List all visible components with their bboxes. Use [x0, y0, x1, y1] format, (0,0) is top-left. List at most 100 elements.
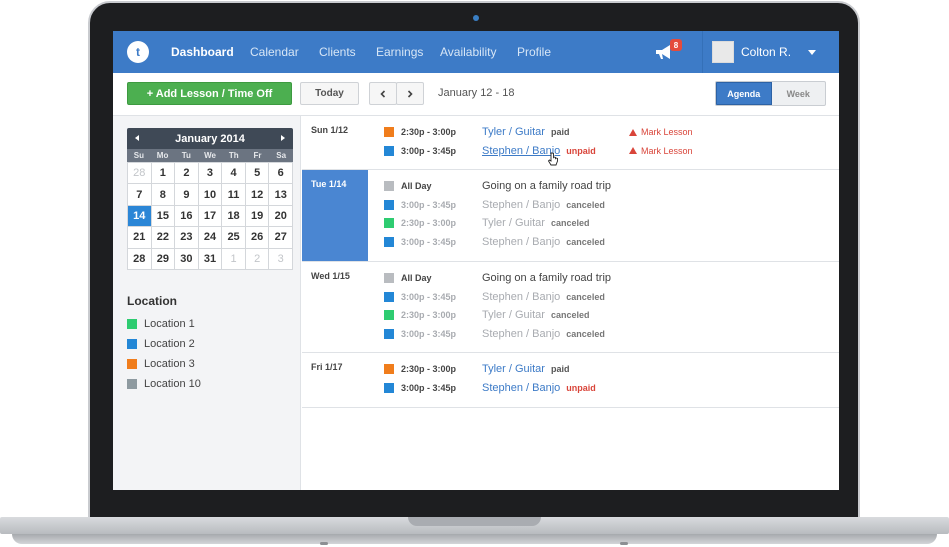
calendar-day[interactable]: 13 — [269, 184, 293, 206]
calendar-day[interactable]: 3 — [269, 248, 293, 270]
calendar-day[interactable]: 27 — [269, 227, 293, 249]
user-name[interactable]: Colton R. — [741, 45, 791, 59]
payment-status-label: canceled — [566, 236, 605, 247]
lesson-student-link[interactable]: Going on a family road trip — [482, 272, 611, 284]
lesson-row[interactable]: 3:00p - 3:45p Stephen / Banjo canceled — [384, 235, 605, 249]
lesson-row[interactable]: 3:00p - 3:45p Stephen / Banjo canceled — [384, 327, 605, 341]
lesson-student-link[interactable]: Tyler / Guitar — [482, 217, 545, 229]
next-month-icon[interactable] — [281, 135, 285, 141]
calendar-day[interactable]: 31 — [198, 248, 223, 270]
week-view-button[interactable]: Week — [772, 82, 826, 105]
agenda-day-label[interactable]: Fri 1/17 — [302, 353, 368, 407]
logo-icon[interactable]: t — [127, 41, 149, 63]
prev-month-icon[interactable] — [135, 135, 139, 141]
nav-clients[interactable]: Clients — [319, 45, 356, 59]
calendar-day[interactable]: 3 — [198, 163, 223, 185]
location-item[interactable]: Location 10 — [127, 378, 201, 390]
calendar-day[interactable]: 1 — [222, 248, 246, 270]
calendar-day[interactable]: 7 — [128, 184, 152, 206]
add-lesson-button[interactable]: + Add Lesson / Time Off — [127, 82, 292, 105]
calendar-day[interactable]: 21 — [128, 227, 152, 249]
nav-dashboard[interactable]: Dashboard — [171, 45, 234, 59]
mark-lesson-link[interactable]: Mark Lesson — [629, 127, 693, 137]
location-label: Location 3 — [144, 358, 195, 370]
calendar-day[interactable]: 8 — [151, 184, 176, 206]
location-item[interactable]: Location 2 — [127, 338, 195, 350]
agenda-view-button[interactable]: Agenda — [716, 82, 772, 105]
agenda-day: Tue 1/14 All Day Going on a family road tr… — [302, 170, 839, 262]
lesson-row[interactable]: 2:30p - 3:00p Tyler / Guitar paid — [384, 362, 569, 376]
nav-profile[interactable]: Profile — [517, 45, 551, 59]
calendar-day[interactable]: 30 — [175, 248, 199, 270]
chevron-down-icon[interactable] — [808, 50, 816, 55]
calendar-day[interactable]: 5 — [245, 163, 270, 185]
lesson-student-link[interactable]: Stephen / Banjo — [482, 199, 560, 211]
calendar-day[interactable]: 17 — [198, 205, 223, 228]
calendar-day[interactable]: 19 — [245, 205, 270, 228]
calendar-day[interactable]: 15 — [151, 205, 176, 228]
calendar-day[interactable]: 9 — [175, 184, 199, 206]
calendar-day[interactable]: 22 — [151, 227, 176, 249]
location-color-swatch — [127, 359, 137, 369]
lesson-row[interactable]: 2:30p - 3:00p Tyler / Guitar canceled — [384, 308, 590, 322]
lesson-student-link[interactable]: Stephen / Banjo — [482, 328, 560, 340]
lesson-student-link[interactable]: Tyler / Guitar — [482, 309, 545, 321]
location-color-swatch — [384, 236, 394, 247]
lesson-student-link[interactable]: Stephen / Banjo — [482, 236, 560, 248]
calendar-day[interactable]: 28 — [128, 248, 152, 270]
next-week-button[interactable] — [396, 82, 424, 105]
lesson-row[interactable]: 3:00p - 3:45p Stephen / Banjo unpaid — [384, 381, 596, 395]
agenda-day-label[interactable]: Tue 1/14 — [302, 170, 368, 261]
agenda-day-label[interactable]: Wed 1/15 — [302, 262, 368, 352]
today-button[interactable]: Today — [300, 82, 359, 105]
calendar-day[interactable]: 18 — [222, 205, 246, 228]
lesson-row[interactable]: All Day Going on a family road trip — [384, 179, 611, 193]
weekday-label: Mo — [156, 151, 169, 160]
location-item[interactable]: Location 3 — [127, 358, 195, 370]
calendar-day[interactable]: 24 — [198, 227, 223, 249]
lesson-row[interactable]: 3:00p - 3:45p Stephen / Banjo canceled — [384, 290, 605, 304]
lesson-student-link[interactable]: Stephen / Banjo — [482, 291, 560, 303]
calendar-day[interactable]: 4 — [222, 163, 246, 185]
lesson-student-link[interactable]: Tyler / Guitar — [482, 363, 545, 375]
prev-week-button[interactable] — [369, 82, 397, 105]
payment-status-label: unpaid — [566, 145, 596, 156]
location-item[interactable]: Location 1 — [127, 318, 195, 330]
calendar-day[interactable]: 12 — [245, 184, 270, 206]
payment-status-label: canceled — [566, 328, 605, 339]
lesson-row[interactable]: 3:00p - 3:45p Stephen / Banjo canceled — [384, 198, 605, 212]
calendar-day[interactable]: 11 — [222, 184, 246, 206]
agenda-day-label[interactable]: Sun 1/12 — [302, 116, 368, 169]
calendar-day[interactable]: 10 — [198, 184, 223, 206]
calendar-day[interactable]: 28 — [128, 163, 152, 185]
location-color-swatch — [384, 218, 394, 228]
location-color-swatch — [127, 339, 137, 349]
calendar-day[interactable]: 16 — [175, 205, 199, 228]
nav-availability[interactable]: Availability — [440, 45, 496, 59]
mark-lesson-link[interactable]: Mark Lesson — [629, 146, 693, 156]
app-screen: t Dashboard Calendar Clients Earnings Av… — [113, 31, 839, 490]
lesson-time: All Day — [401, 273, 432, 283]
calendar-day[interactable]: 2 — [175, 163, 199, 185]
calendar-day[interactable]: 20 — [269, 205, 293, 228]
calendar-day-today[interactable]: 14 — [128, 205, 152, 228]
lesson-student-link[interactable]: Tyler / Guitar — [482, 126, 545, 138]
calendar-day[interactable]: 2 — [245, 248, 270, 270]
lesson-row[interactable]: All Day Going on a family road trip — [384, 271, 611, 285]
calendar-day[interactable]: 23 — [175, 227, 199, 249]
lesson-row[interactable]: 2:30p - 3:00p Tyler / Guitar canceled — [384, 216, 590, 230]
lesson-row[interactable]: 3:00p - 3:45p Stephen / Banjo unpaid — [384, 144, 596, 158]
avatar[interactable] — [712, 41, 734, 63]
payment-status-label: unpaid — [566, 382, 596, 393]
lesson-student-link[interactable]: Stephen / Banjo — [482, 382, 560, 394]
nav-earnings[interactable]: Earnings — [376, 45, 423, 59]
lesson-row[interactable]: 2:30p - 3:00p Tyler / Guitar paid — [384, 125, 569, 139]
calendar-day[interactable]: 29 — [151, 248, 176, 270]
calendar-day[interactable]: 6 — [269, 163, 293, 185]
lesson-student-link[interactable]: Going on a family road trip — [482, 180, 611, 192]
calendar-day[interactable]: 26 — [245, 227, 270, 249]
calendar-day[interactable]: 25 — [222, 227, 246, 249]
location-color-swatch — [127, 319, 137, 329]
calendar-day[interactable]: 1 — [151, 163, 176, 185]
nav-calendar[interactable]: Calendar — [250, 45, 299, 59]
